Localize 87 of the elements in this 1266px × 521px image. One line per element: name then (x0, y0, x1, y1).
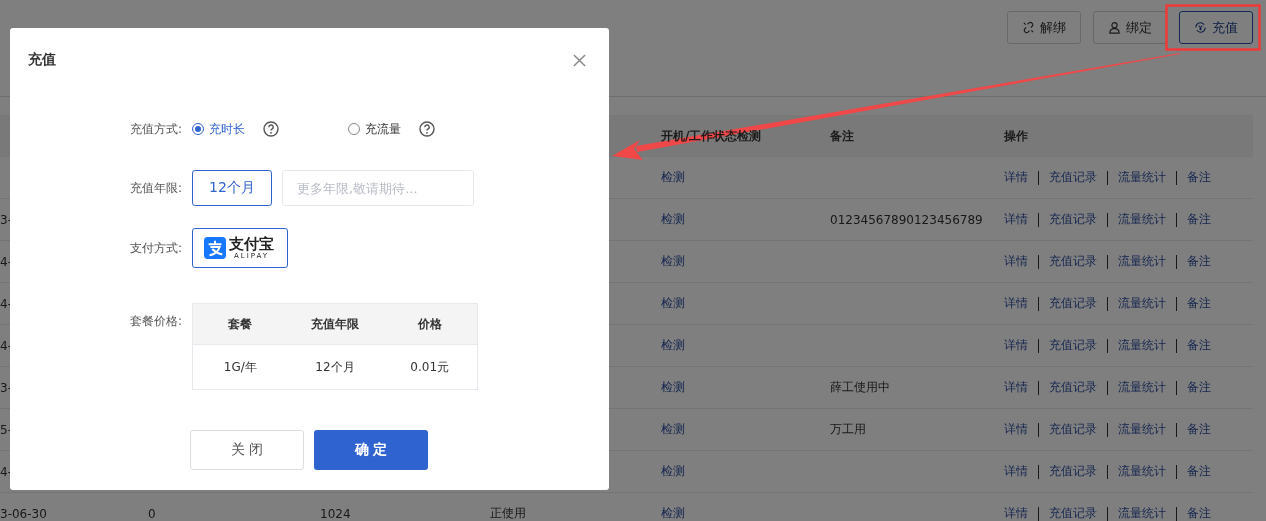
action-link[interactable]: 充值记录 (1049, 253, 1097, 270)
action-link[interactable]: 充值记录 (1049, 505, 1097, 521)
table-cell: 3-06-30 (0, 506, 47, 521)
radio-button[interactable]: 充流量 (348, 120, 401, 138)
action-link[interactable]: 充值记录 (1049, 169, 1097, 186)
table-cell: 0.01元 (410, 358, 449, 376)
action-link[interactable]: 备注 (1187, 337, 1211, 354)
action-link[interactable]: 备注 (1187, 463, 1211, 480)
action-link[interactable]: 详情 (1004, 253, 1028, 270)
action-link[interactable]: 流量统计 (1118, 295, 1166, 312)
action-link[interactable]: 流量统计 (1118, 463, 1166, 480)
check-link[interactable]: 检测 (661, 211, 685, 228)
table-cell: 5- (0, 422, 12, 437)
action-link[interactable]: 流量统计 (1118, 211, 1166, 228)
help-icon[interactable] (263, 121, 279, 137)
table-cell: 1024 (320, 506, 351, 521)
column-header: 充值年限 (311, 315, 359, 333)
action-link[interactable]: 流量统计 (1118, 169, 1166, 186)
action-link[interactable]: 充值记录 (1049, 295, 1097, 312)
column-header: 套餐 (228, 315, 253, 333)
action-link[interactable]: 备注 (1187, 253, 1211, 270)
action-link[interactable]: 详情 (1004, 337, 1028, 354)
action-link[interactable]: 备注 (1187, 295, 1211, 312)
table-cell: 万工用 (830, 421, 866, 438)
action-link[interactable]: 备注 (1187, 379, 1211, 396)
action-link[interactable]: 充值记录 (1049, 211, 1097, 228)
help-icon[interactable] (419, 121, 435, 137)
column-header: 操作 (1004, 127, 1028, 145)
recharge-icon (1194, 21, 1207, 34)
table-cell: 正使用 (490, 505, 526, 521)
action-link[interactable]: 备注 (1187, 211, 1211, 228)
action-link[interactable]: 充值记录 (1049, 337, 1097, 354)
action-link[interactable]: 详情 (1004, 463, 1028, 480)
check-link[interactable]: 检测 (661, 421, 685, 438)
table-cell: 12个月 (315, 358, 355, 376)
field-label: 充值年限: (128, 179, 182, 197)
check-link[interactable]: 检测 (661, 463, 685, 480)
action-link[interactable]: 充值记录 (1049, 379, 1097, 396)
action-link[interactable]: 流量统计 (1118, 337, 1166, 354)
action-link[interactable]: 充值记录 (1049, 421, 1097, 438)
table-cell: 4- (0, 254, 12, 269)
action-link[interactable]: 详情 (1004, 421, 1028, 438)
action-link[interactable]: 充值记录 (1049, 463, 1097, 480)
table-cell: 4- (0, 464, 12, 479)
field-label: 充值方式: (128, 120, 182, 138)
action-link[interactable]: 流量统计 (1118, 253, 1166, 270)
column-header: 价格 (417, 315, 442, 333)
action-link[interactable]: 流量统计 (1118, 379, 1166, 396)
toolbar-button[interactable]: 充值 (1179, 11, 1253, 44)
radio-button[interactable]: 充时长 (192, 120, 245, 138)
unlink-icon (1022, 21, 1035, 34)
check-link[interactable]: 检测 (661, 337, 685, 354)
action-link[interactable]: 备注 (1187, 169, 1211, 186)
field-label: 支付方式: (128, 239, 182, 257)
table-cell: 0 (148, 506, 156, 521)
table-cell: 4- (0, 338, 12, 353)
check-link[interactable]: 检测 (661, 169, 685, 186)
action-link[interactable]: 备注 (1187, 505, 1211, 521)
check-link[interactable]: 检测 (661, 295, 685, 312)
field-label: 套餐价格: (128, 313, 182, 330)
action-link[interactable]: 详情 (1004, 295, 1028, 312)
toolbar-button[interactable]: 解绑 (1007, 11, 1081, 44)
alipay-logo-icon (204, 237, 226, 259)
action-link[interactable]: 详情 (1004, 169, 1028, 186)
table-cell: 4- (0, 296, 12, 311)
action-link[interactable]: 备注 (1187, 421, 1211, 438)
close-icon[interactable] (573, 53, 586, 67)
dialog-title: 充值 (28, 51, 56, 69)
action-link[interactable]: 详情 (1004, 505, 1028, 521)
table-cell: 3- (0, 212, 12, 227)
user-icon (1108, 21, 1121, 34)
action-link[interactable]: 流量统计 (1118, 505, 1166, 521)
action-link[interactable]: 详情 (1004, 211, 1028, 228)
table-cell: 3- (0, 380, 12, 395)
column-header: 备注 (830, 127, 854, 145)
check-link[interactable]: 检测 (661, 379, 685, 396)
table-cell: 01234567890123456789 (830, 212, 983, 227)
close-button[interactable]: 关 闭 (190, 430, 304, 470)
confirm-button[interactable]: 确 定 (314, 430, 428, 470)
action-link[interactable]: 详情 (1004, 379, 1028, 396)
check-link[interactable]: 检测 (661, 253, 685, 270)
duration-option[interactable]: 12个月 (192, 170, 272, 206)
toolbar-button[interactable]: 绑定 (1093, 11, 1167, 44)
table-cell: 1G/年 (223, 358, 257, 376)
table-cell: 薛工使用中 (830, 379, 890, 396)
action-link[interactable]: 流量统计 (1118, 421, 1166, 438)
check-link[interactable]: 检测 (661, 505, 685, 521)
